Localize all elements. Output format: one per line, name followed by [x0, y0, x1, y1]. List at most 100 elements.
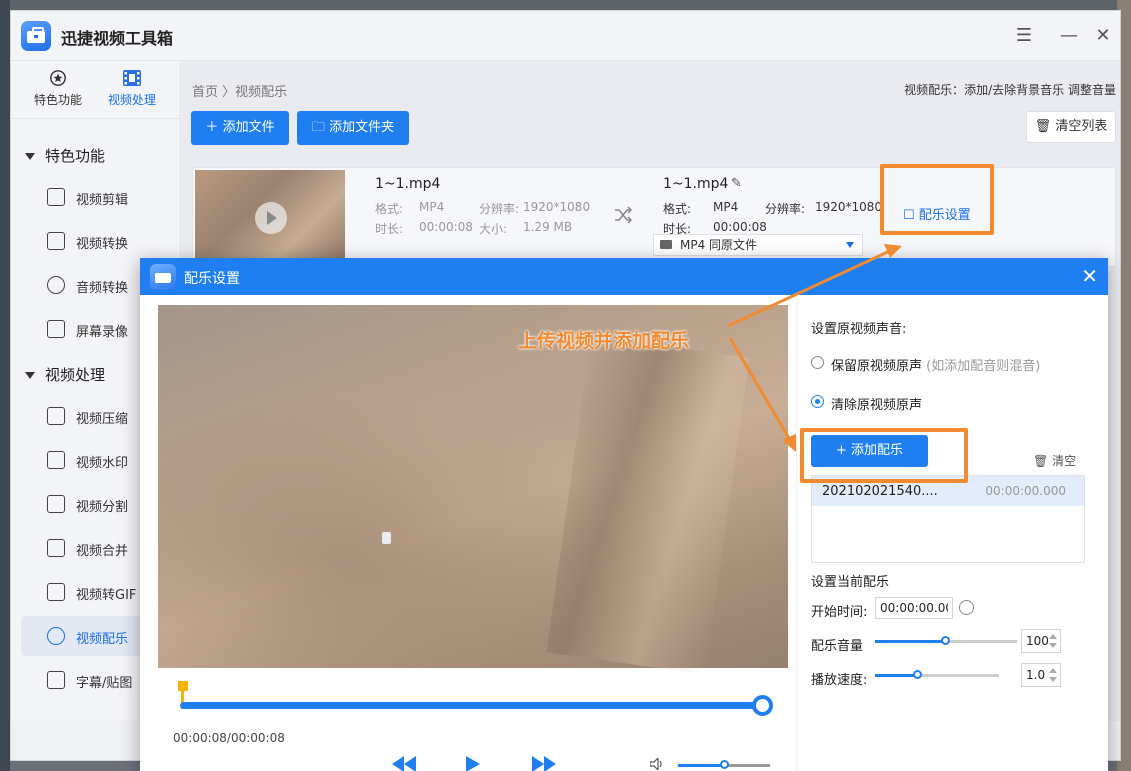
rewind-icon[interactable] — [392, 756, 416, 771]
dialog-header: 配乐设置 ✕ — [140, 258, 1108, 295]
music-list: 202102021540.... 00:00:00.000 — [811, 475, 1085, 563]
breadcrumb: 首页 〉视频配乐 — [192, 85, 288, 100]
video-preview[interactable] — [158, 305, 788, 675]
section-featured-title: 特色功能 — [45, 147, 106, 165]
tab-video-processing-label: 视频处理 — [107, 93, 156, 107]
sidebar-item-label: 字幕/贴图 — [76, 676, 133, 691]
stepper-down-icon[interactable] — [1049, 643, 1057, 648]
source-resolution-label: 分辨率: — [479, 202, 520, 216]
app-title: 迅捷视频工具箱 — [61, 29, 174, 48]
crop-icon — [47, 188, 65, 206]
clear-music-label: 清空 — [1052, 454, 1077, 468]
highlight-box-music-settings — [880, 164, 994, 235]
plus-icon: ＋ — [205, 120, 223, 135]
stepper-up-icon[interactable] — [1049, 668, 1057, 673]
output-format-select[interactable]: MP4 同原文件 — [653, 234, 863, 256]
trash-icon: 🗑 — [1034, 119, 1056, 134]
output-format-label: 格式: — [663, 202, 692, 216]
menu-icon[interactable]: ☰ — [1013, 25, 1035, 47]
subtitle-icon — [47, 671, 65, 689]
film-icon — [123, 70, 141, 86]
music-volume-value: 100 — [1026, 634, 1049, 648]
watermark-icon — [47, 451, 65, 469]
stepper-up-icon[interactable] — [1049, 634, 1057, 639]
stepper-down-icon[interactable] — [1049, 677, 1057, 682]
split-icon — [47, 495, 65, 513]
speed-value: 1.0 — [1026, 668, 1046, 682]
source-format: MP4 — [419, 200, 445, 214]
video-thumbnail[interactable] — [195, 170, 345, 263]
close-icon[interactable]: ✕ — [1092, 25, 1114, 47]
app-logo-icon — [21, 21, 51, 51]
playback-speed-label: 播放速度: — [811, 673, 868, 688]
gif-icon — [47, 583, 65, 601]
current-music-title: 设置当前配乐 — [811, 575, 890, 590]
collapse-arrow-icon — [25, 372, 35, 379]
clock-icon[interactable] — [959, 600, 974, 615]
title-bar: 迅捷视频工具箱 ☰ — ✕ — [11, 11, 1120, 61]
start-time-label: 开始时间: — [811, 605, 868, 620]
section-video-processing[interactable]: 视频处理 — [25, 364, 105, 385]
volume-fill — [678, 764, 724, 767]
dialog-close-icon[interactable]: ✕ — [1081, 264, 1098, 288]
shuffle-icon — [615, 206, 633, 224]
convert-icon — [47, 232, 65, 250]
music-volume-label: 配乐音量 — [811, 639, 864, 654]
dialog-logo-icon — [150, 264, 176, 290]
orig-audio-title: 设置原视频声音: — [811, 322, 907, 337]
screen-record-icon — [47, 320, 65, 338]
section-video-processing-title: 视频处理 — [45, 366, 106, 384]
source-duration: 00:00:08 — [419, 220, 473, 234]
sidebar-item-label: 屏幕录像 — [76, 325, 129, 340]
output-file-name: 1~1.mp4 — [663, 176, 729, 192]
add-folder-button[interactable]: 🗀 添加文件夹 — [297, 111, 409, 145]
playback-time: 00:00:08/00:00:08 — [173, 731, 285, 745]
add-file-label: 添加文件 — [222, 120, 275, 135]
section-featured[interactable]: 特色功能 — [25, 145, 105, 166]
source-resolution: 1920*1080 — [523, 200, 591, 214]
music-volume-knob[interactable] — [941, 636, 950, 645]
source-duration-label: 时长: — [375, 222, 404, 236]
minimize-icon[interactable]: — — [1058, 25, 1080, 47]
keep-orig-audio-radio[interactable] — [811, 356, 824, 369]
desktop-background — [0, 0, 1131, 10]
source-format-label: 格式: — [375, 202, 404, 216]
compress-icon — [47, 407, 65, 425]
speed-knob[interactable] — [913, 670, 922, 679]
play-icon[interactable] — [255, 202, 287, 234]
clear-list-button[interactable]: 🗑 清空列表 — [1026, 111, 1116, 143]
sidebar-item-video-edit[interactable]: 视频剪辑 — [21, 177, 171, 217]
clear-orig-audio-label: 清除原视频原声 — [831, 398, 923, 413]
video-frame-vehicle — [382, 532, 391, 544]
tab-featured-label: 特色功能 — [33, 93, 82, 107]
playback-progress-track[interactable] — [180, 702, 762, 709]
collapse-arrow-icon — [25, 153, 35, 160]
merge-icon — [47, 539, 65, 557]
sidebar-item-label: 视频转GIF — [76, 588, 137, 603]
speed-stepper[interactable]: 1.0 — [1021, 663, 1061, 687]
sidebar-item-label: 视频压缩 — [76, 412, 129, 427]
music-file-name: 202102021540.... — [822, 484, 938, 499]
clear-music-button[interactable]: 🗑 清空 — [1033, 452, 1076, 469]
sidebar-top-tabs: 特色功能 视频处理 — [11, 61, 181, 119]
edit-pencil-icon[interactable]: ✎ — [731, 176, 742, 191]
clear-orig-audio-radio[interactable] — [811, 395, 824, 408]
volume-icon[interactable] — [650, 758, 664, 770]
tab-video-processing[interactable]: 视频处理 — [97, 69, 167, 108]
output-format: MP4 — [713, 200, 739, 214]
music-volume-stepper[interactable]: 100 — [1021, 629, 1061, 653]
playback-progress-knob[interactable] — [752, 695, 773, 716]
tab-featured[interactable]: 特色功能 — [23, 69, 93, 108]
fast-forward-icon[interactable] — [532, 756, 556, 771]
add-file-button[interactable]: ＋ 添加文件 — [191, 111, 289, 145]
music-volume-fill — [875, 640, 945, 643]
keep-orig-text: 保留原视频原声 — [831, 359, 923, 374]
sidebar-item-label: 视频合并 — [76, 544, 129, 559]
volume-knob[interactable] — [720, 760, 729, 769]
trash-icon: 🗑 — [1033, 454, 1053, 468]
start-time-input[interactable] — [875, 597, 953, 619]
sidebar-item-video-convert[interactable]: 视频转换 — [21, 221, 171, 261]
output-resolution-label: 分辨率: — [765, 202, 806, 216]
play-icon[interactable] — [466, 756, 480, 771]
dialog-title: 配乐设置 — [184, 271, 240, 287]
